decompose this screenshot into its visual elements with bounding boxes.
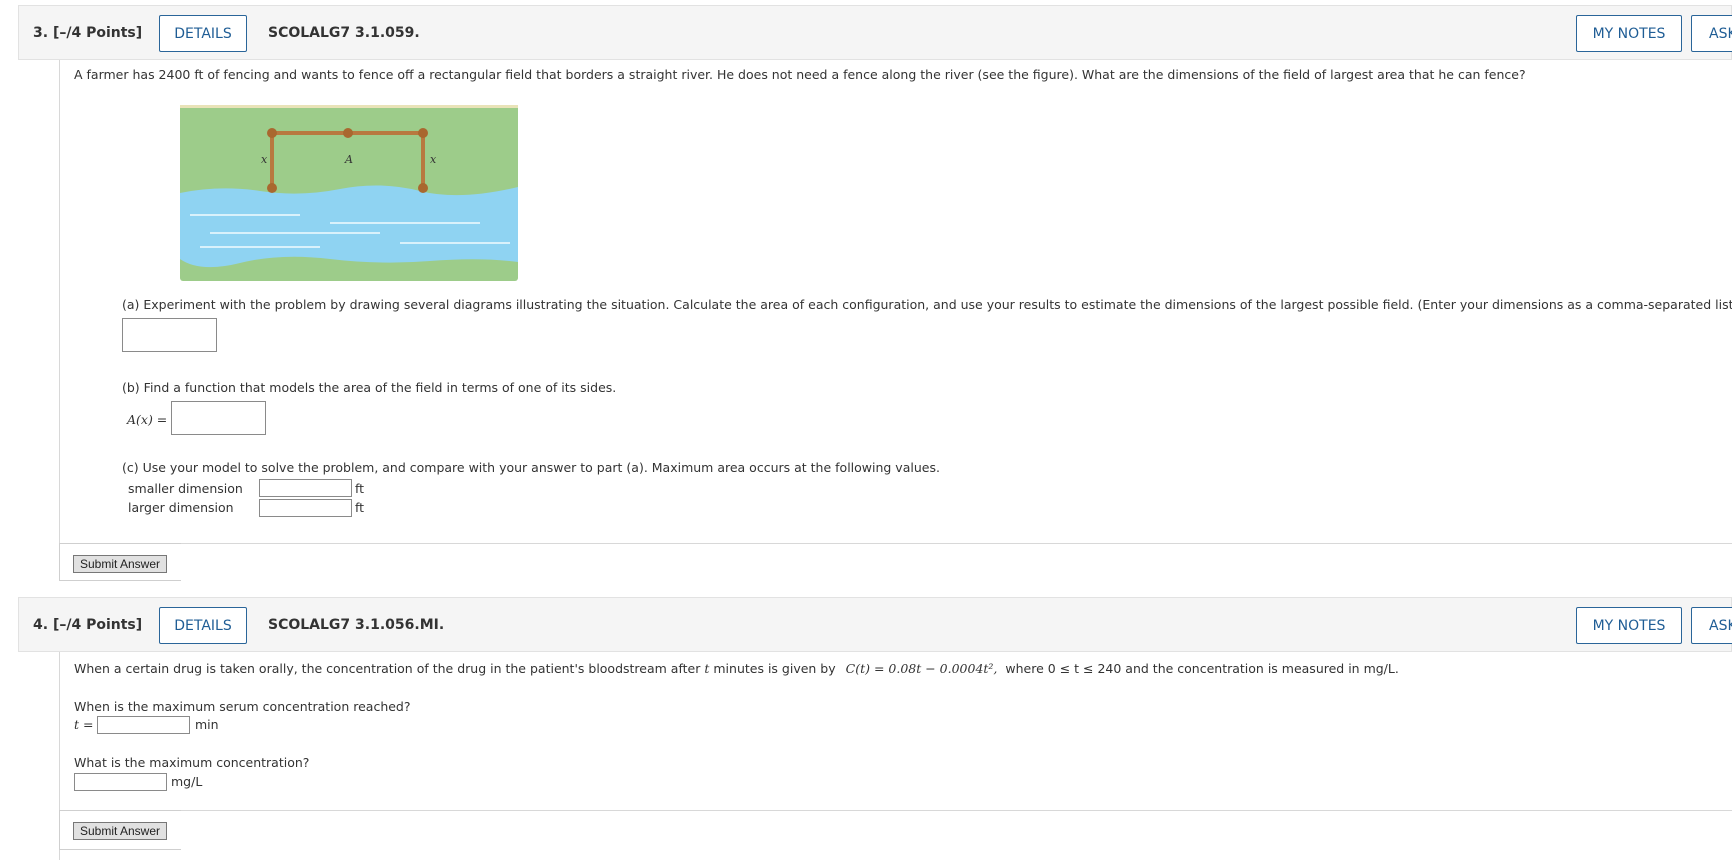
problem-text: A farmer has 2400 ft of fencing and want… <box>74 67 1526 82</box>
t-label: t = <box>74 717 94 732</box>
question-4-title: 4. [–/4 Points] <box>33 617 142 633</box>
problem-suffix: where 0 ≤ t ≤ 240 and the concentration … <box>1005 661 1399 676</box>
max-time-question: When is the maximum serum concentration … <box>74 699 411 714</box>
divider <box>180 810 1732 811</box>
smaller-dimension-input[interactable] <box>259 479 352 497</box>
question-points: [–/4 Points] <box>52 617 143 633</box>
max-time-input[interactable] <box>97 716 190 734</box>
divider <box>180 543 1732 544</box>
ask-button[interactable]: ASK <box>1691 15 1732 52</box>
larger-dimension-input[interactable] <box>259 499 352 517</box>
problem-prefix: When a certain drug is taken orally, the… <box>74 661 701 676</box>
drug-problem-text: When a certain drug is taken orally, the… <box>74 661 1399 676</box>
figure-label-x-right: x <box>430 153 437 166</box>
concentration-formula: C(t) = 0.08t − 0.0004t², <box>845 661 998 676</box>
min-unit: min <box>195 717 219 732</box>
question-3-title: 3. [–/4 Points] <box>33 25 142 41</box>
question-code: SCOLALG7 3.1.059. <box>268 25 420 41</box>
question-points: [–/4 Points] <box>52 25 143 41</box>
details-button[interactable]: DETAILS <box>159 607 247 644</box>
part-a-text: (a) Experiment with the problem by drawi… <box>122 297 1732 312</box>
smaller-dimension-unit: ft <box>355 481 365 496</box>
submit-answer-button[interactable]: Submit Answer <box>73 555 167 573</box>
smaller-dimension-label: smaller dimension <box>128 481 243 496</box>
larger-dimension-label: larger dimension <box>128 500 234 515</box>
figure-label-x-left: x <box>261 153 268 166</box>
question-number: 4. <box>33 617 49 633</box>
ask-button[interactable]: ASK <box>1691 607 1732 644</box>
part-a-input[interactable] <box>122 318 217 352</box>
var-t: t <box>704 661 710 676</box>
submit-answer-button[interactable]: Submit Answer <box>73 822 167 840</box>
figure-label-area: A <box>344 153 353 166</box>
question-3-header: 3. [–/4 Points] DETAILS SCOLALG7 3.1.059… <box>18 5 1732 60</box>
mgl-unit: mg/L <box>171 774 203 789</box>
question-number: 3. <box>33 25 49 41</box>
question-4-header: 4. [–/4 Points] DETAILS SCOLALG7 3.1.056… <box>18 597 1732 652</box>
larger-dimension-unit: ft <box>355 500 365 515</box>
max-concentration-input[interactable] <box>74 773 167 791</box>
fence-river-figure: x A x <box>180 105 518 281</box>
max-concentration-question: What is the maximum concentration? <box>74 755 310 770</box>
question-code: SCOLALG7 3.1.056.MI. <box>268 617 445 633</box>
question-4-body <box>59 652 1732 860</box>
my-notes-button[interactable]: MY NOTES <box>1576 607 1682 644</box>
area-function-input[interactable] <box>171 401 266 435</box>
details-button[interactable]: DETAILS <box>159 15 247 52</box>
my-notes-button[interactable]: MY NOTES <box>1576 15 1682 52</box>
part-b-text: (b) Find a function that models the area… <box>122 380 617 395</box>
part-c-text: (c) Use your model to solve the problem,… <box>122 460 940 475</box>
problem-mid: minutes is given by <box>713 661 836 676</box>
area-function-label: A(x) = <box>127 412 168 427</box>
